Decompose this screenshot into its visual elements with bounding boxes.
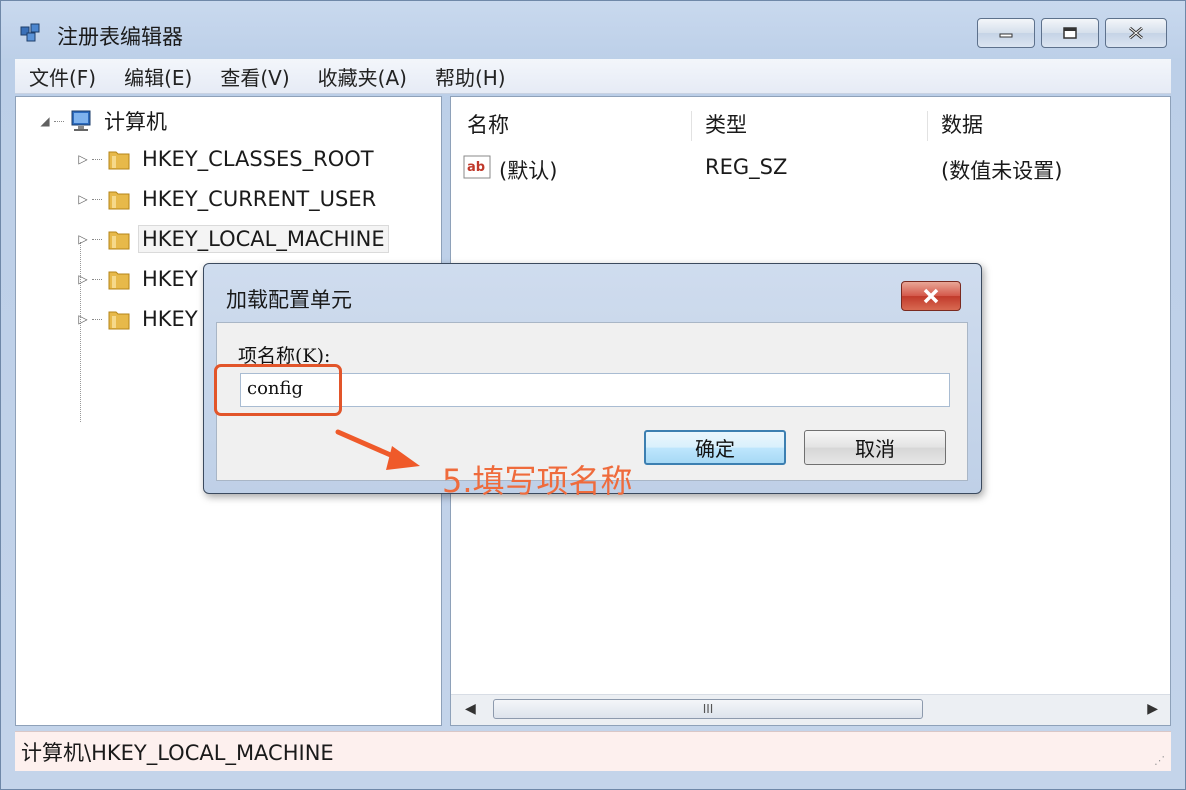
folder-icon (108, 191, 130, 210)
tree-connector (92, 158, 102, 160)
scroll-right-icon[interactable]: ▶ (1147, 701, 1158, 717)
dialog-close-button[interactable] (901, 281, 961, 311)
menu-edit[interactable]: 编辑(E) (124, 62, 192, 91)
tree-item-hku[interactable]: ▷ HKEY (76, 261, 202, 297)
registry-editor-icon (20, 23, 40, 42)
tree-item-computer[interactable]: ◢ 计算机 (38, 103, 171, 139)
minimize-icon (999, 33, 1013, 38)
tree-label-hklm: HKEY_LOCAL_MACHINE (138, 225, 389, 253)
menu-favorites[interactable]: 收藏夹(A) (318, 62, 407, 91)
string-value-icon: ab (463, 155, 491, 179)
menu-help[interactable]: 帮助(H) (435, 62, 506, 91)
tree-item-hklm[interactable]: ▷ HKEY_LOCAL_MACHINE (76, 221, 389, 257)
tree-item-hkcc[interactable]: ▷ HKEY (76, 301, 202, 337)
maximize-button[interactable] (1041, 18, 1099, 48)
collapse-triangle-icon[interactable]: ◢ (38, 114, 52, 128)
svg-text:ab: ab (467, 160, 485, 175)
expand-triangle-icon[interactable]: ▷ (76, 152, 90, 166)
resize-grip-icon[interactable]: ⋰ (1154, 754, 1165, 767)
folder-icon (108, 231, 130, 250)
minimize-button[interactable] (977, 18, 1035, 48)
tree-item-hkcu[interactable]: ▷ HKEY_CURRENT_USER (76, 181, 380, 217)
dialog-title: 加载配置单元 (226, 288, 352, 312)
maximize-icon (1063, 27, 1077, 39)
expand-triangle-icon[interactable]: ▷ (76, 312, 90, 326)
status-bar: 计算机\HKEY_LOCAL_MACHINE ⋰ (15, 731, 1171, 771)
folder-icon (108, 151, 130, 170)
scroll-left-icon[interactable]: ◀ (465, 701, 476, 717)
tree-label-hkcr: HKEY_CLASSES_ROOT (142, 147, 374, 171)
value-data: (数值未设置) (941, 159, 1063, 183)
column-separator[interactable] (927, 111, 928, 141)
folder-icon (108, 311, 130, 330)
scroll-thumb[interactable]: III (493, 699, 923, 719)
list-item[interactable]: ab (默认) REG_SZ (数值未设置) (451, 151, 1170, 185)
close-icon (923, 288, 939, 304)
input-highlight-box (214, 364, 342, 416)
column-header-type[interactable]: 类型 (705, 109, 747, 139)
scroll-thumb-grip: III (702, 702, 714, 716)
tree-connector (92, 238, 102, 240)
column-header-name[interactable]: 名称 (467, 109, 509, 139)
value-name: (默认) (499, 159, 558, 183)
tree-connector (92, 198, 102, 200)
title-bar[interactable]: 注册表编辑器 (1, 1, 1185, 57)
tree-label-hku: HKEY (142, 267, 198, 291)
tree-connector (92, 278, 102, 280)
expand-triangle-icon[interactable]: ▷ (76, 232, 90, 246)
menu-file[interactable]: 文件(F) (29, 62, 96, 91)
window-title: 注册表编辑器 (57, 25, 183, 49)
folder-icon (108, 271, 130, 290)
ok-button[interactable]: 确定 (644, 430, 786, 465)
cancel-button[interactable]: 取消 (804, 430, 946, 465)
annotation-step-text: 5.填写项名称 (442, 462, 633, 500)
tree-label-hkcu: HKEY_CURRENT_USER (142, 187, 377, 211)
tree-label-computer: 计算机 (104, 110, 167, 134)
annotation-arrow-icon (335, 429, 420, 470)
menu-view[interactable]: 查看(V) (220, 62, 289, 91)
expand-triangle-icon[interactable]: ▷ (76, 192, 90, 206)
tree-label-hkcc: HKEY (142, 307, 198, 331)
value-type: REG_SZ (705, 155, 788, 179)
close-button[interactable] (1105, 18, 1167, 48)
status-path: 计算机\HKEY_LOCAL_MACHINE (21, 740, 334, 765)
tree-connector (92, 318, 102, 320)
computer-icon (71, 110, 91, 131)
key-name-input[interactable]: config (240, 373, 950, 407)
tree-connector (54, 120, 64, 122)
column-header-data[interactable]: 数据 (941, 109, 983, 139)
list-header: 名称 类型 数据 (451, 97, 1170, 145)
tree-item-hkcr[interactable]: ▷ HKEY_CLASSES_ROOT (76, 141, 378, 177)
menu-bar: 文件(F) 编辑(E) 查看(V) 收藏夹(A) 帮助(H) (15, 59, 1171, 94)
close-icon (1129, 26, 1143, 40)
horizontal-scrollbar[interactable]: ◀ III ▶ (451, 694, 1170, 725)
column-separator[interactable] (691, 111, 692, 141)
expand-triangle-icon[interactable]: ▷ (76, 272, 90, 286)
